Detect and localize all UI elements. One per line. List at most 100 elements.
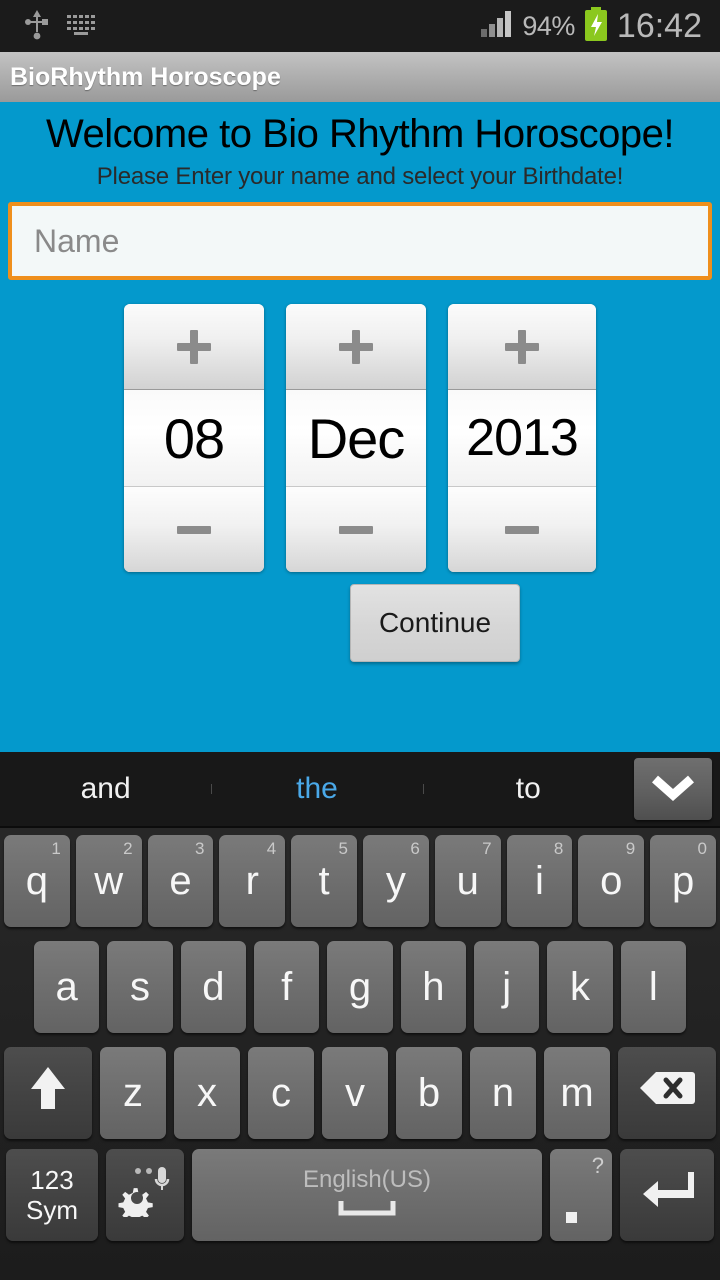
soft-keyboard: and the to 1q 2w 3e 4r 5t 6y 7u 8i 9o 0p: [0, 752, 720, 1280]
phone-screen: 94% 16:42 BioRhythm Horoscope Welcome to…: [0, 0, 720, 1280]
key-w-number: 2: [123, 839, 133, 858]
key-c[interactable]: c: [248, 1047, 314, 1139]
key-f[interactable]: f: [254, 941, 320, 1033]
suggestions-expand-button[interactable]: [633, 758, 712, 820]
key-y[interactable]: 6y: [363, 835, 429, 927]
app-title: BioRhythm Horoscope: [10, 62, 281, 91]
key-a[interactable]: a: [34, 941, 100, 1033]
key-t[interactable]: 5t: [291, 835, 357, 927]
key-s[interactable]: s: [107, 941, 173, 1033]
suggestion-word-1[interactable]: and: [0, 772, 211, 806]
period-dot-icon: [566, 1212, 577, 1223]
key-e-number: 3: [194, 839, 205, 858]
key-j[interactable]: j: [473, 941, 540, 1033]
clock-label: 16:42: [616, 6, 702, 45]
key-d[interactable]: d: [180, 941, 246, 1033]
year-value[interactable]: 2013: [448, 390, 596, 486]
continue-button[interactable]: Continue: [349, 584, 521, 662]
key-k[interactable]: k: [547, 941, 613, 1033]
name-field-container: [0, 194, 720, 280]
usb-icon: [24, 8, 50, 45]
key-w[interactable]: 2w: [75, 835, 142, 927]
keyboard-row-1: 1q 2w 3e 4r 5t 6y 7u 8i 9o 0p: [0, 828, 720, 934]
key-m[interactable]: m: [544, 1047, 610, 1139]
shift-up-arrow-icon: [28, 1064, 68, 1122]
key-q[interactable]: 1q: [4, 835, 70, 927]
suggestion-word-2[interactable]: the: [211, 772, 422, 806]
action-bar: BioRhythm Horoscope: [0, 52, 720, 104]
key-e[interactable]: 3e: [147, 835, 214, 927]
day-increment-button[interactable]: [124, 304, 264, 390]
symbols-key-line1: 123: [30, 1165, 74, 1195]
gear-microphone-icon: [118, 1163, 172, 1227]
key-i[interactable]: 8i: [506, 835, 573, 927]
enter-key[interactable]: [620, 1149, 714, 1241]
birthdate-picker-group: 08 Dec 2013: [0, 304, 720, 572]
key-z[interactable]: z: [100, 1047, 166, 1139]
status-bar: 94% 16:42: [0, 0, 720, 52]
key-o-label: o: [600, 858, 623, 903]
key-u[interactable]: 7u: [434, 835, 501, 927]
day-value[interactable]: 08: [124, 390, 264, 486]
year-increment-button[interactable]: [448, 304, 596, 390]
status-bar-right-icons: 94% 16:42: [480, 6, 708, 46]
name-input[interactable]: [8, 202, 712, 280]
welcome-heading: Welcome to Bio Rhythm Horoscope!: [46, 112, 674, 156]
plus-icon: [505, 329, 539, 364]
shift-key[interactable]: [4, 1047, 92, 1139]
month-increment-button[interactable]: [286, 304, 426, 390]
key-u-number: 7: [482, 839, 492, 858]
key-i-number: 8: [553, 839, 564, 858]
key-n[interactable]: n: [470, 1047, 536, 1139]
key-p[interactable]: 0p: [650, 835, 716, 927]
signal-icon: [480, 10, 514, 43]
key-o[interactable]: 9o: [578, 835, 645, 927]
key-r-label: r: [245, 858, 259, 903]
keyboard-icon: [66, 12, 100, 41]
key-l[interactable]: l: [620, 941, 686, 1033]
settings-key[interactable]: [106, 1149, 184, 1241]
keyboard-row-3: z x c v b n m: [0, 1040, 720, 1146]
space-key-label-group: English(US): [303, 1166, 431, 1224]
key-p-label: p: [671, 858, 695, 903]
status-bar-left-icons: [12, 8, 100, 45]
keyboard-row-4: 123 Sym English(US) ?: [0, 1146, 720, 1252]
key-q-label: q: [25, 858, 49, 903]
suggestion-word-3[interactable]: to: [422, 772, 634, 806]
keyboard-row-2: a s d f g h j k l: [0, 934, 720, 1040]
symbols-key[interactable]: 123 Sym: [6, 1149, 98, 1241]
instruction-subtitle: Please Enter your name and select your B…: [96, 163, 624, 190]
year-picker[interactable]: 2013: [448, 304, 596, 572]
backspace-icon: [638, 1068, 696, 1118]
battery-charging-icon: [583, 6, 609, 46]
space-bar-glyph: [337, 1196, 397, 1224]
period-key-alt-label: ?: [591, 1153, 604, 1178]
backspace-key[interactable]: [618, 1047, 716, 1139]
period-key[interactable]: ?: [550, 1149, 612, 1241]
month-value[interactable]: Dec: [286, 390, 426, 486]
space-key[interactable]: English(US): [192, 1149, 542, 1241]
symbols-key-line2: Sym: [26, 1195, 78, 1225]
day-decrement-button[interactable]: [124, 486, 264, 572]
key-o-number: 9: [625, 839, 636, 858]
key-p-number: 0: [697, 839, 707, 858]
key-r[interactable]: 4r: [219, 835, 286, 927]
key-v[interactable]: v: [322, 1047, 388, 1139]
key-h[interactable]: h: [400, 941, 466, 1033]
minus-icon: [505, 525, 539, 534]
key-b[interactable]: b: [396, 1047, 462, 1139]
month-picker[interactable]: Dec: [286, 304, 426, 572]
day-picker[interactable]: 08: [124, 304, 264, 572]
key-u-label: u: [456, 858, 479, 903]
month-decrement-button[interactable]: [286, 486, 426, 572]
key-e-label: e: [169, 858, 192, 903]
key-x[interactable]: x: [174, 1047, 240, 1139]
key-r-number: 4: [266, 839, 277, 858]
year-decrement-button[interactable]: [448, 486, 596, 572]
key-w-label: w: [94, 858, 124, 903]
minus-icon: [177, 525, 211, 534]
chevron-down-icon: [651, 773, 695, 806]
key-g[interactable]: g: [327, 941, 393, 1033]
symbols-key-labels: 123 Sym: [26, 1165, 78, 1225]
suggestion-bar: and the to: [0, 752, 720, 828]
